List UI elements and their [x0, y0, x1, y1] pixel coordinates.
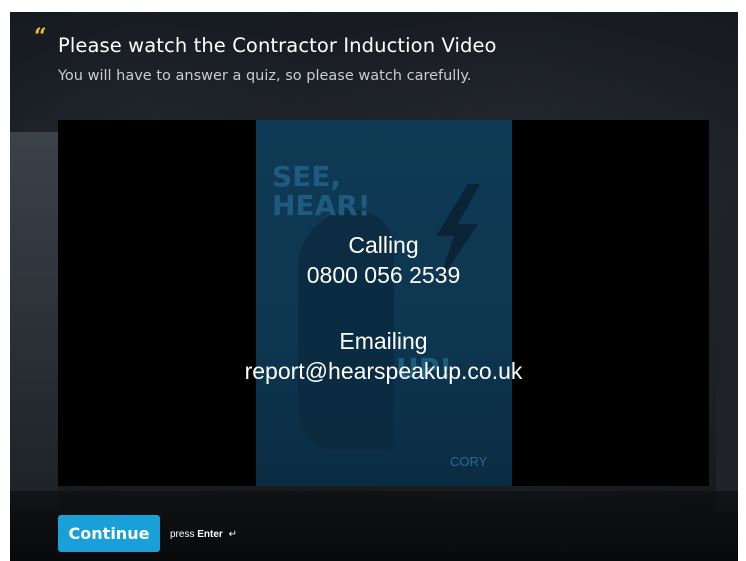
press-hint-prefix: press: [170, 529, 195, 540]
poster-heading-line2: HEAR!: [272, 189, 371, 222]
overlay-calling-label: Calling: [348, 232, 419, 258]
quote-icon: “: [34, 24, 47, 50]
overlay-phone-number: 0800 056 2539: [306, 262, 461, 288]
enter-icon: ↵: [228, 529, 237, 540]
overlay-email-address: report@hearspeakup.co.uk: [244, 358, 523, 384]
video-poster: SEE, HEAR! UP! CORY: [256, 120, 512, 486]
poster-heading-line1: SEE,: [272, 160, 342, 193]
continue-button[interactable]: Continue: [58, 515, 160, 552]
press-hint-key: Enter: [197, 529, 223, 540]
background-building: [10, 132, 58, 512]
question-title: Please watch the Contractor Induction Vi…: [58, 34, 497, 57]
form-background: “ Please watch the Contractor Induction …: [10, 12, 738, 561]
overlay-emailing-label: Emailing: [339, 328, 428, 354]
poster-heading: SEE, HEAR!: [272, 162, 371, 220]
press-enter-hint: press Enter ↵: [170, 529, 237, 540]
background-building: [716, 262, 738, 512]
video-player[interactable]: SEE, HEAR! UP! CORY Calling 0800 056 253…: [58, 120, 709, 486]
question-subtitle: You will have to answer a quiz, so pleas…: [58, 68, 472, 84]
poster-brand: CORY: [450, 454, 488, 469]
